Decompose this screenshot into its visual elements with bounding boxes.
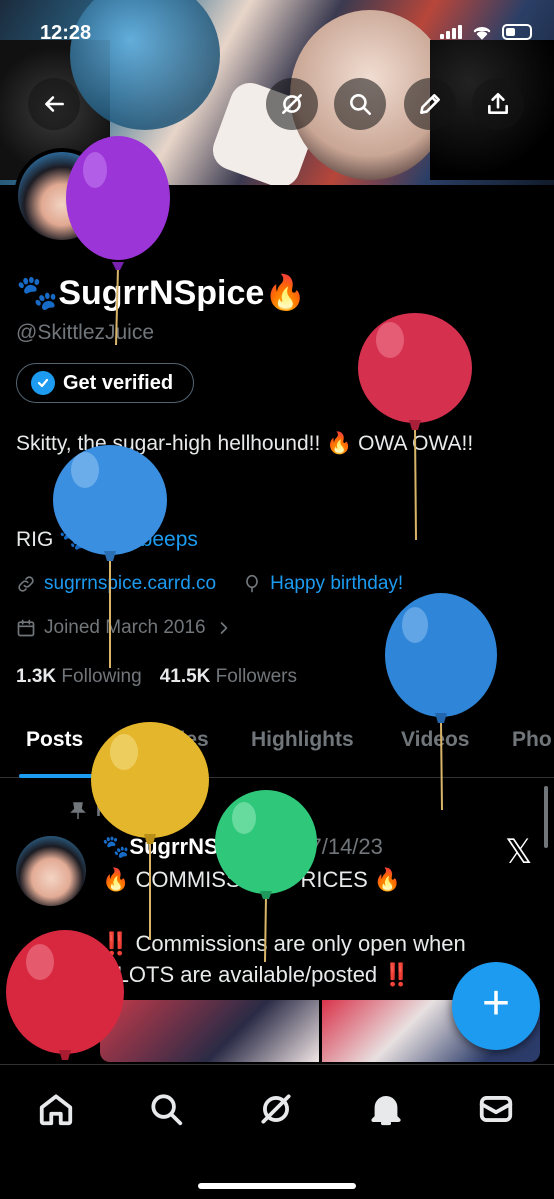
- status-icons: [440, 24, 532, 40]
- messages-mail-icon: [479, 1096, 513, 1122]
- wifi-icon: [473, 26, 491, 40]
- notifications-bell-icon: [371, 1096, 401, 1126]
- profile-avatar[interactable]: [14, 148, 110, 244]
- website-item[interactable]: sugrrnspice.carrd.co: [16, 573, 216, 595]
- profile-handle: @SkittlezJuice: [16, 321, 155, 344]
- nav-grok[interactable]: [256, 1089, 296, 1129]
- grok-icon: [261, 1094, 291, 1124]
- post-date[interactable]: · 7/14/23: [296, 834, 383, 860]
- post-text-line1: 🔥 COMMISSION PRICES 🔥: [102, 867, 402, 892]
- tab-highlights[interactable]: Highlights: [251, 728, 354, 752]
- alert-emoji: ‼️: [102, 931, 130, 956]
- calendar-icon: [17, 619, 35, 637]
- grok-icon: [282, 94, 302, 114]
- following-stat[interactable]: 1.3K Following: [16, 666, 142, 688]
- profile-bio: Skitty, the sugar-high hellhound!! 🔥 OWA…: [16, 432, 474, 455]
- edit-button[interactable]: [404, 78, 456, 130]
- compose-post-button[interactable]: +: [452, 962, 540, 1050]
- post-text-body: Commissions are only open when SLOTS are…: [102, 931, 466, 987]
- post-image-left[interactable]: [100, 1000, 319, 1062]
- bottom-navigation: [0, 1064, 554, 1199]
- pinned-label: Pinned: [96, 800, 157, 820]
- post-author-avatar[interactable]: [16, 836, 86, 906]
- search-icon: [350, 94, 372, 116]
- profile-rig-line: RIG 🐾 @belbeeps: [16, 528, 198, 552]
- back-button[interactable]: [28, 78, 80, 130]
- verified-badge-icon: [31, 371, 55, 395]
- followers-count: 41.5K: [159, 666, 211, 687]
- profile-meta-row: sugrrnspice.carrd.co Happy birthday!: [16, 573, 403, 595]
- battery-icon: [502, 24, 532, 40]
- grok-button[interactable]: [266, 78, 318, 130]
- nav-home[interactable]: [36, 1089, 76, 1129]
- home-icon: [39, 1094, 73, 1126]
- tab-replies[interactable]: Replies: [134, 728, 209, 752]
- pin-icon: [70, 801, 86, 819]
- search-button[interactable]: [334, 78, 386, 130]
- followers-label: Followers: [215, 666, 297, 687]
- share-button[interactable]: [472, 78, 524, 130]
- profile-display-name: 🐾SugrrNSpice🔥: [16, 274, 307, 312]
- share-icon: [488, 92, 508, 114]
- rig-prefix: RIG 🐾: [16, 528, 86, 551]
- cellular-signal-icon: [440, 25, 462, 39]
- website-link[interactable]: sugrrnspice.carrd.co: [44, 573, 216, 595]
- red-balloon-right: [358, 313, 472, 541]
- nav-messages[interactable]: [476, 1089, 516, 1129]
- back-arrow-icon: [45, 96, 64, 112]
- following-label: Following: [61, 666, 142, 687]
- get-verified-label: Get verified: [63, 371, 174, 394]
- nav-notifications[interactable]: [366, 1089, 406, 1129]
- active-tab-indicator: [19, 774, 97, 778]
- rig-mention-link[interactable]: @belbeeps: [91, 528, 198, 551]
- link-icon: [18, 576, 34, 592]
- x-logo-icon: 𝕏: [505, 832, 533, 872]
- profile-tabs: Posts Replies Highlights Videos Pho: [0, 712, 554, 778]
- post-header: 🐾SugrrNSpice🔥 · 7/14/23: [102, 834, 383, 860]
- tab-photos[interactable]: Pho: [512, 728, 552, 752]
- joined-row[interactable]: Joined March 2016: [16, 617, 234, 639]
- following-count: 1.3K: [16, 666, 57, 687]
- nav-search[interactable]: [146, 1089, 186, 1129]
- followers-stat[interactable]: 41.5K Followers: [160, 666, 297, 688]
- plus-icon: +: [481, 977, 511, 1030]
- status-bar: 12:28: [0, 18, 554, 50]
- post-author-name[interactable]: 🐾SugrrNSpice🔥: [102, 834, 290, 860]
- edit-pencil-icon: [420, 94, 440, 114]
- follow-stats: 1.3K Following 41.5K Followers: [16, 666, 297, 688]
- birthday-link[interactable]: Happy birthday!: [270, 573, 403, 595]
- status-time: 12:28: [40, 22, 92, 44]
- pinned-indicator: Pinned: [70, 800, 156, 821]
- search-icon: [151, 1094, 183, 1126]
- alert-emoji: ‼️: [383, 962, 411, 987]
- home-indicator: [198, 1183, 356, 1189]
- balloon-icon: [246, 574, 258, 593]
- scrollbar[interactable]: [544, 786, 548, 848]
- tab-videos[interactable]: Videos: [401, 728, 469, 752]
- joined-date: Joined March 2016: [44, 617, 206, 638]
- chevron-right-icon: [220, 622, 227, 634]
- tab-posts[interactable]: Posts: [26, 728, 83, 752]
- birthday-item[interactable]: Happy birthday!: [242, 573, 403, 595]
- get-verified-button[interactable]: Get verified: [16, 363, 195, 403]
